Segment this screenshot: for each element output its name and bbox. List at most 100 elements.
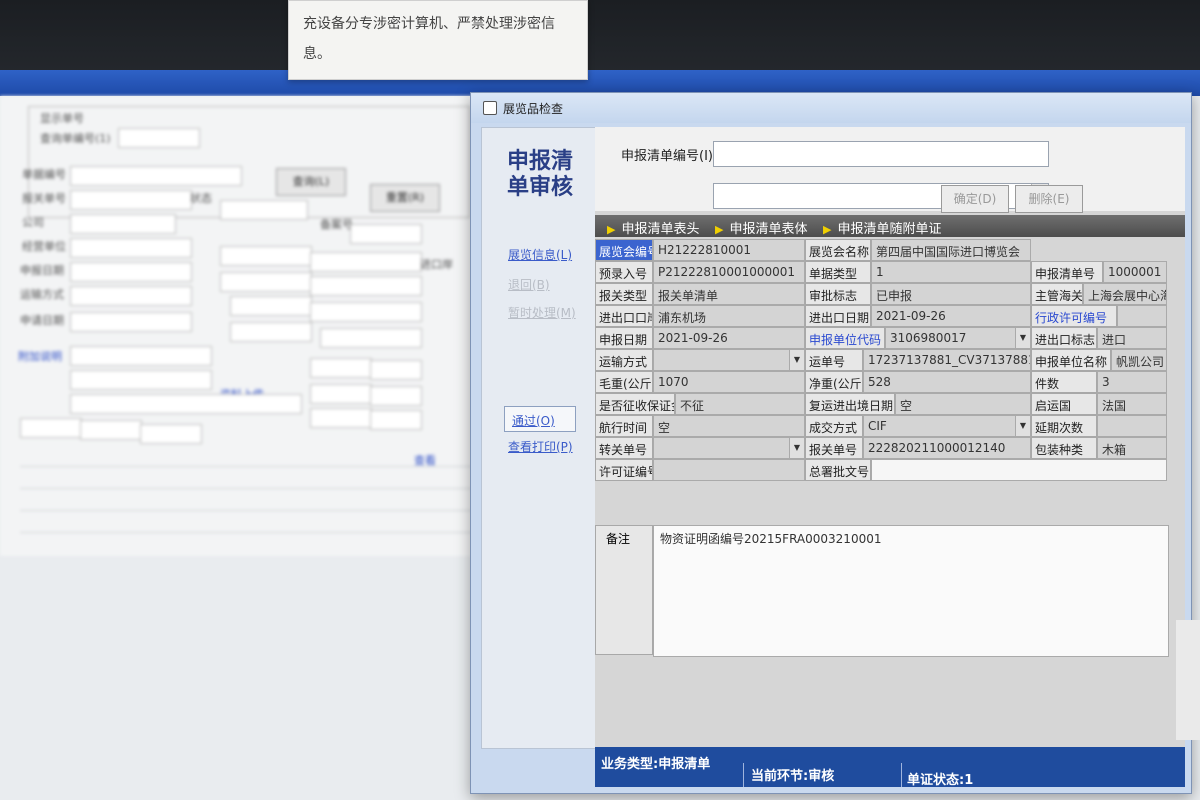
bg-field-18[interactable] — [70, 346, 212, 366]
exhibition-name-field[interactable]: 第四届中国国际进口博览会 — [871, 239, 1031, 261]
bg-field-4[interactable] — [350, 224, 422, 244]
bg-field-29[interactable] — [140, 424, 202, 444]
bg-field-1[interactable] — [70, 166, 242, 186]
io-flag-field[interactable]: 进口 — [1097, 327, 1167, 349]
license-no-label[interactable]: 行政许可编号 — [1031, 305, 1117, 327]
voyage-label: 航行时间 — [595, 415, 653, 437]
tab-header[interactable]: ▶ 申报清单表头 — [607, 218, 699, 237]
bg-field-2[interactable] — [70, 190, 192, 210]
tab-attachments[interactable]: ▶ 申报清单随附单证 — [823, 218, 941, 237]
prerecord-field[interactable]: P21222810001000001 — [653, 261, 805, 283]
temp-process-link[interactable]: 暂时处理(M) — [508, 304, 576, 321]
exhibition-no-field[interactable]: H21222810001 — [653, 239, 805, 261]
tab-body[interactable]: ▶ 申报清单表体 — [715, 218, 807, 237]
pieces-label: 件数 — [1031, 371, 1097, 393]
exhibition-no-label: 展览会编号 — [595, 239, 653, 261]
origin-field[interactable]: 法国 — [1097, 393, 1167, 415]
pieces-field[interactable]: 3 — [1097, 371, 1167, 393]
bg-field-6[interactable] — [70, 238, 192, 258]
document-state-status: 单证状态:1 — [907, 773, 974, 788]
customs-field[interactable]: 上海会展中心海 — [1083, 283, 1167, 305]
bg-label-1: 查询单编号(1) — [40, 132, 111, 145]
bg-field-15[interactable] — [70, 312, 192, 332]
voyage-field[interactable]: 空 — [653, 415, 805, 437]
bg-field-7[interactable] — [220, 246, 312, 266]
tab-body-label: 申报清单表体 — [729, 222, 808, 237]
remark-label: 备注 — [595, 525, 653, 655]
tax-cert-field[interactable]: 不征 — [675, 393, 805, 415]
bg-field-3[interactable] — [220, 200, 308, 220]
bg-field-20[interactable] — [370, 360, 422, 380]
bg-field-28[interactable] — [80, 420, 142, 440]
reexport-date-field[interactable]: 空 — [895, 393, 1031, 415]
bg-field-13[interactable] — [230, 296, 312, 316]
approval-field[interactable]: 已申报 — [871, 283, 1031, 305]
net-field[interactable]: 528 — [863, 371, 1031, 393]
bg-field-27[interactable] — [20, 418, 82, 438]
list-no-input[interactable] — [713, 141, 1049, 167]
chevron-down-icon: ▼ — [789, 438, 804, 458]
list-no-field[interactable]: 1000001 — [1103, 261, 1167, 283]
port-field[interactable]: 浦东机场 — [653, 305, 805, 327]
declare-date-field[interactable]: 2021-09-26 — [653, 327, 805, 349]
doc-type-field[interactable]: 1 — [871, 261, 1031, 283]
bg-field-19[interactable] — [310, 358, 372, 378]
approve-link[interactable]: 通过(O) — [512, 412, 555, 429]
customs-no-field[interactable]: 222820211000012140 — [863, 437, 1031, 459]
bg-label-3: 报关单号 — [22, 192, 66, 205]
gross-field[interactable]: 1070 — [653, 371, 805, 393]
declare-type-field[interactable]: 报关单清单 — [653, 283, 805, 305]
print-view-link[interactable]: 查看打印(P) — [508, 438, 573, 455]
unit-code-label[interactable]: 申报单位代码 — [805, 327, 885, 349]
approval-no-label: 总署批文号 — [805, 459, 871, 481]
license-no-field[interactable] — [1117, 305, 1167, 327]
bg-query-button[interactable]: 查询(L) — [276, 168, 346, 196]
tax-cert-label: 是否征收保证金 — [595, 393, 675, 415]
bg-field-5[interactable] — [70, 214, 176, 234]
waybill-field[interactable]: 17237137881_CV37137881 — [863, 349, 1031, 371]
bg-field-17[interactable] — [320, 328, 422, 348]
left-panel-title: 申报清单审核 — [506, 148, 573, 200]
bg-field-22[interactable] — [310, 384, 372, 404]
gross-label: 毛重(公斤) — [595, 371, 653, 393]
delay-field[interactable] — [1097, 415, 1167, 437]
return-link[interactable]: 退回(B) — [508, 276, 550, 293]
tab-header-label: 申报清单表头 — [621, 222, 700, 237]
bg-field-26[interactable] — [370, 410, 422, 430]
deal-field[interactable]: CIF ▼ — [863, 415, 1031, 437]
confirm-button[interactable]: 确定(D) — [941, 185, 1009, 213]
left-panel: 申报清单审核 展览信息(L) 退回(B) 暂时处理(M) 通过(O) 查看打印(… — [481, 127, 597, 749]
remark-textarea[interactable]: 物资证明函编号20215FRA0003210001 — [653, 525, 1169, 657]
bg-reset-button[interactable]: 重置(R) — [370, 184, 440, 212]
permit-field[interactable] — [653, 459, 805, 481]
bg-field-14[interactable] — [310, 302, 422, 322]
delete-button[interactable]: 删除(E) — [1015, 185, 1083, 213]
bg-table-row — [20, 512, 480, 533]
bg-field-24[interactable] — [70, 394, 302, 414]
bg-field-9[interactable] — [70, 262, 192, 282]
bg-field-23[interactable] — [370, 386, 422, 406]
packing-field[interactable]: 木箱 — [1097, 437, 1167, 459]
bg-field-12[interactable] — [70, 286, 192, 306]
declare-date-label: 申报日期 — [595, 327, 653, 349]
bg-field-25[interactable] — [310, 408, 372, 428]
bg-link-0[interactable]: 附加说明 — [18, 348, 62, 364]
unit-code-value: 3106980017 — [890, 331, 967, 345]
exhibit-info-link[interactable]: 展览信息(L) — [508, 246, 572, 263]
bg-field-16[interactable] — [230, 322, 312, 342]
bg-field-8[interactable] — [310, 252, 422, 272]
bg-field-21[interactable] — [70, 370, 212, 390]
declare-type-label: 报关类型 — [595, 283, 653, 305]
bg-field-10[interactable] — [220, 272, 312, 292]
bg-query-input[interactable] — [118, 128, 200, 148]
transport-field[interactable]: ▼ — [653, 349, 805, 371]
tab-marker-icon: ▶ — [607, 223, 616, 236]
dialog-title: 展览品检查 — [503, 102, 564, 116]
bg-field-11[interactable] — [310, 276, 422, 296]
transfer-no-field[interactable]: ▼ — [653, 437, 805, 459]
approval-no-field[interactable] — [871, 459, 1167, 481]
header-area: 申报清单编号(I): ▼ 确定(D) 删除(E) — [595, 127, 1185, 213]
io-date-field[interactable]: 2021-09-26 — [871, 305, 1031, 327]
unit-name-field[interactable]: 帆凯公司 — [1111, 349, 1167, 371]
unit-code-field[interactable]: 3106980017 ▼ — [885, 327, 1031, 349]
